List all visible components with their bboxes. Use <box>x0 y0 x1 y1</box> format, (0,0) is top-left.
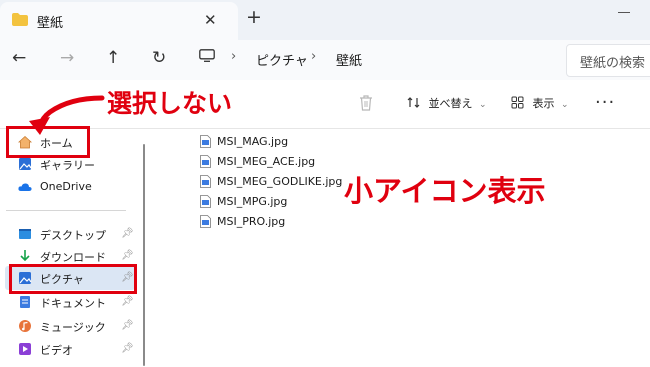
annotation-small-icon-view: 小アイコン表示 <box>344 174 546 208</box>
annotation-arrow-icon <box>29 95 105 135</box>
annotation-dont-select: 選択しない <box>107 89 233 118</box>
